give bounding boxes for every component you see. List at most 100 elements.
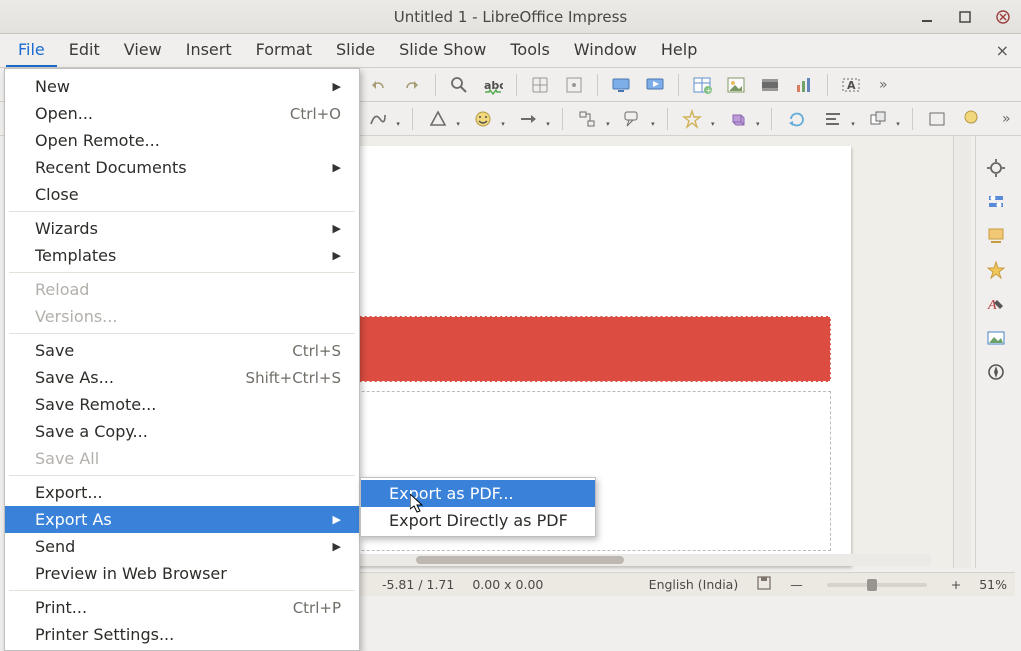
animation-icon[interactable]: [982, 256, 1010, 284]
menu-slide-show[interactable]: Slide Show: [387, 34, 498, 67]
export-as-export-directly-as-pdf[interactable]: Export Directly as PDF: [361, 507, 595, 534]
submenu-arrow-icon: ▶: [333, 249, 341, 262]
dropdown-arrow-icon[interactable]: ▾: [896, 120, 900, 128]
file-menu-wizards[interactable]: Wizards▶: [5, 215, 359, 242]
menu-window[interactable]: Window: [562, 34, 649, 67]
shape-icon[interactable]: [425, 106, 450, 132]
sidebar-tabs: A: [975, 136, 1015, 568]
file-menu-send[interactable]: Send▶: [5, 533, 359, 560]
undo-icon[interactable]: [365, 72, 391, 98]
menu-item-label: Open...: [35, 104, 93, 123]
menu-help[interactable]: Help: [649, 34, 709, 67]
menu-item-label: Open Remote...: [35, 131, 160, 150]
minimize-button[interactable]: [917, 7, 937, 27]
dropdown-arrow-icon[interactable]: ▾: [456, 120, 460, 128]
shadow-icon[interactable]: [960, 106, 985, 132]
menu-edit[interactable]: Edit: [57, 34, 112, 67]
rot-icon[interactable]: [784, 106, 809, 132]
dropdown-arrow-icon[interactable]: ▾: [396, 120, 400, 128]
file-menu-export-as[interactable]: Export As▶: [5, 506, 359, 533]
navigator-icon[interactable]: [982, 358, 1010, 386]
maximize-button[interactable]: [955, 7, 975, 27]
menu-view[interactable]: View: [112, 34, 174, 67]
curve-icon[interactable]: [365, 106, 390, 132]
file-menu-save[interactable]: SaveCtrl+S: [5, 337, 359, 364]
menu-format[interactable]: Format: [244, 34, 324, 67]
status-save-icon[interactable]: [756, 575, 772, 594]
menu-file[interactable]: File: [6, 34, 57, 67]
menu-slide[interactable]: Slide: [324, 34, 387, 67]
textbox-icon[interactable]: A: [838, 72, 864, 98]
styles-icon[interactable]: A: [982, 290, 1010, 318]
menu-item-label: Versions...: [35, 307, 117, 326]
grid-icon[interactable]: [527, 72, 553, 98]
media-icon[interactable]: [757, 72, 783, 98]
file-menu-close[interactable]: Close: [5, 181, 359, 208]
zoom-plus-icon[interactable]: +: [951, 577, 961, 592]
table-icon[interactable]: +: [689, 72, 715, 98]
flow-icon[interactable]: [575, 106, 600, 132]
dropdown-arrow-icon[interactable]: ▾: [546, 120, 550, 128]
chart-icon[interactable]: [791, 72, 817, 98]
file-menu-open[interactable]: Open...Ctrl+O: [5, 100, 359, 127]
callout-icon[interactable]: [620, 106, 645, 132]
more-icon[interactable]: »: [996, 106, 1021, 132]
dropdown-arrow-icon[interactable]: ▾: [851, 120, 855, 128]
align-icon[interactable]: [820, 106, 845, 132]
display-icon[interactable]: [608, 72, 634, 98]
dist-icon[interactable]: [925, 106, 950, 132]
menu-item-label: Save All: [35, 449, 99, 468]
image-icon[interactable]: [723, 72, 749, 98]
menu-item-label: Export As: [35, 510, 112, 529]
arrange-icon[interactable]: [865, 106, 890, 132]
menu-insert[interactable]: Insert: [174, 34, 244, 67]
more-icon[interactable]: »: [872, 72, 898, 98]
file-menu-save-as[interactable]: Save As...Shift+Ctrl+S: [5, 364, 359, 391]
file-menu-print[interactable]: Print...Ctrl+P: [5, 594, 359, 621]
menu-item-accelerator: Ctrl+P: [293, 599, 341, 617]
start-icon[interactable]: [642, 72, 668, 98]
vertical-scrollbar[interactable]: [953, 136, 971, 568]
dropdown-arrow-icon[interactable]: ▾: [606, 120, 610, 128]
gallery-icon[interactable]: [982, 324, 1010, 352]
menu-item-label: Recent Documents: [35, 158, 187, 177]
redo-icon[interactable]: [399, 72, 425, 98]
dropdown-arrow-icon[interactable]: ▾: [501, 120, 505, 128]
file-menu-templates[interactable]: Templates ▶: [5, 242, 359, 269]
close-document-button[interactable]: ×: [996, 41, 1009, 60]
menu-tools[interactable]: Tools: [498, 34, 561, 67]
star-icon[interactable]: [680, 106, 705, 132]
properties-icon[interactable]: [982, 188, 1010, 216]
file-menu-save-remote[interactable]: Save Remote...: [5, 391, 359, 418]
dropdown-arrow-icon[interactable]: ▾: [756, 120, 760, 128]
submenu-arrow-icon: ▶: [333, 540, 341, 553]
smiley-icon[interactable]: [470, 106, 495, 132]
menu-item-label: Templates: [35, 246, 116, 265]
find-icon[interactable]: [446, 72, 472, 98]
titlebar: Untitled 1 - LibreOffice Impress: [0, 0, 1021, 34]
spellcheck-icon[interactable]: abc: [480, 72, 506, 98]
cube-icon[interactable]: [725, 106, 750, 132]
file-menu-recent-documents[interactable]: Recent Documents▶: [5, 154, 359, 181]
file-menu-open-remote[interactable]: Open Remote...: [5, 127, 359, 154]
file-menu-save-a-copy[interactable]: Save a Copy...: [5, 418, 359, 445]
dropdown-arrow-icon[interactable]: ▾: [651, 120, 655, 128]
dropdown-arrow-icon[interactable]: ▾: [711, 120, 715, 128]
arrow-icon[interactable]: [515, 106, 540, 132]
zoom-fit-icon[interactable]: —: [790, 577, 803, 592]
snap-icon[interactable]: [561, 72, 587, 98]
file-menu-export[interactable]: Export...: [5, 479, 359, 506]
menu-item-label: Close: [35, 185, 79, 204]
slides-icon[interactable]: [982, 222, 1010, 250]
file-menu-printer-settings[interactable]: Printer Settings...: [5, 621, 359, 648]
menubar: FileEditViewInsertFormatSlideSlide ShowT…: [0, 34, 1021, 68]
zoom-slider[interactable]: [827, 583, 927, 587]
export-as-export-as-pdf[interactable]: Export as PDF...: [361, 480, 595, 507]
file-menu-preview-in-web-browser[interactable]: Preview in Web Browser: [5, 560, 359, 587]
close-button[interactable]: [993, 7, 1013, 27]
menu-item-label: Preview in Web Browser: [35, 564, 227, 583]
status-coords: -5.81 / 1.71: [382, 577, 454, 592]
settings-icon[interactable]: [982, 154, 1010, 182]
window-controls: [917, 7, 1013, 27]
file-menu-new[interactable]: New▶: [5, 73, 359, 100]
